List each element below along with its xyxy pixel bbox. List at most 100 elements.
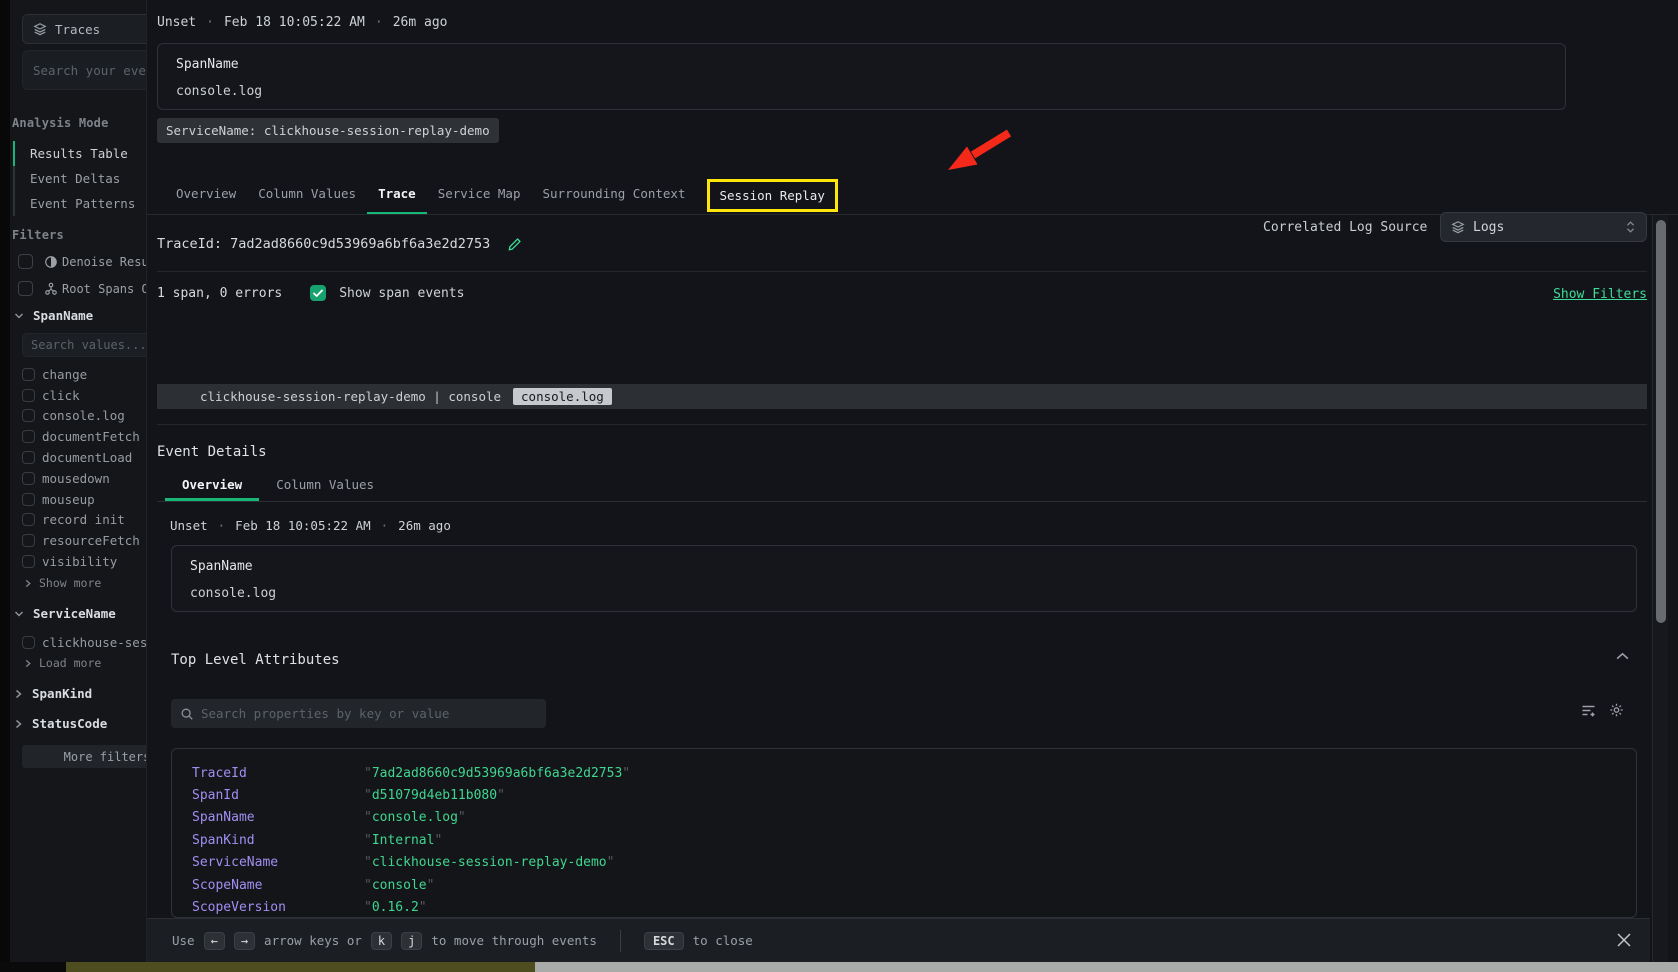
status-badge: Unset xyxy=(170,518,208,533)
filter-value-label: record init xyxy=(42,512,125,527)
mode-event-patterns[interactable]: Event Patterns xyxy=(13,191,147,216)
divider xyxy=(157,271,1647,272)
collapse-chevron-up-icon[interactable] xyxy=(1615,650,1630,663)
filter-value-label: mouseup xyxy=(42,492,95,507)
property-search-input[interactable] xyxy=(201,706,537,721)
bottom-window-strip xyxy=(0,962,1678,972)
attribute-key[interactable]: ServiceName xyxy=(192,855,364,870)
root-spans-label: Root Spans Only xyxy=(62,282,147,296)
spanname-value-search-input[interactable] xyxy=(23,334,147,356)
arrow-left-key[interactable]: ← xyxy=(204,932,225,950)
denoise-checkbox[interactable] xyxy=(18,254,33,269)
filter-value-checkbox[interactable] xyxy=(22,534,35,547)
filter-value-item: documentFetch xyxy=(22,426,147,447)
spanname-value-search[interactable] xyxy=(22,333,147,357)
trace-waterfall-bar[interactable]: clickhouse-session-replay-demo | console… xyxy=(157,384,1647,409)
show-span-events-checkbox[interactable] xyxy=(310,285,326,301)
esc-key[interactable]: ESC xyxy=(644,932,684,950)
root-spans-checkbox[interactable] xyxy=(18,281,33,296)
check-icon xyxy=(313,289,323,298)
filter-value-checkbox[interactable] xyxy=(22,368,35,381)
filter-value-checkbox[interactable] xyxy=(22,430,35,443)
attribute-key[interactable]: ScopeName xyxy=(192,878,364,893)
attribute-key[interactable]: SpanName xyxy=(192,810,364,825)
attribute-value[interactable]: "Internal" xyxy=(364,833,442,848)
analysis-mode-list: Results Table Event Deltas Event Pattern… xyxy=(13,141,147,216)
event-details-tab-overview[interactable]: Overview xyxy=(165,470,259,501)
filter-value-checkbox[interactable] xyxy=(22,636,35,649)
filter-value-label: console.log xyxy=(42,408,125,423)
chevron-right-icon xyxy=(24,579,32,588)
show-filters-link[interactable]: Show Filters xyxy=(1553,287,1647,302)
event-details-tab-column-values[interactable]: Column Values xyxy=(259,470,391,501)
gear-icon[interactable] xyxy=(1608,702,1625,718)
drawer-tabbar: Overview Column Values Trace Service Map… xyxy=(147,170,1678,215)
servicename-section-header[interactable]: ServiceName xyxy=(14,606,116,621)
scrollbar-thumb[interactable] xyxy=(1656,220,1666,623)
scrollbar-track[interactable] xyxy=(1652,215,1668,962)
tab-column-values[interactable]: Column Values xyxy=(247,186,367,214)
attribute-value[interactable]: "console" xyxy=(364,878,434,893)
sidebar-search[interactable] xyxy=(22,50,147,90)
mode-results-table[interactable]: Results Table xyxy=(13,141,147,166)
chevron-right-icon xyxy=(14,689,23,699)
filter-value-checkbox[interactable] xyxy=(22,389,35,402)
edit-pencil-icon[interactable] xyxy=(507,237,522,252)
filter-value-checkbox[interactable] xyxy=(22,409,35,422)
layers-icon xyxy=(33,22,47,36)
event-details-tabbar: Overview Column Values xyxy=(157,470,1647,502)
drawer-footer: Use ← → arrow keys or k j to move throug… xyxy=(147,918,1650,962)
top-level-attributes-title: Top Level Attributes xyxy=(171,652,340,668)
span-card-label: SpanName xyxy=(190,559,253,574)
service-name-badge[interactable]: ServiceName: clickhouse-session-replay-d… xyxy=(157,118,499,143)
bottom-strip-segment xyxy=(66,962,535,972)
spankind-section-header[interactable]: SpanKind xyxy=(14,686,92,701)
tab-service-map[interactable]: Service Map xyxy=(427,186,532,214)
filter-value-checkbox[interactable] xyxy=(22,493,35,506)
servicename-load-more[interactable]: Load more xyxy=(24,656,101,670)
spanname-value-list: changeclickconsole.logdocumentFetchdocum… xyxy=(22,364,147,572)
analysis-mode-label: Analysis Mode xyxy=(12,116,109,130)
filter-value-checkbox[interactable] xyxy=(22,555,35,568)
spanname-section-header[interactable]: SpanName xyxy=(14,308,93,323)
close-icon[interactable] xyxy=(1614,930,1634,950)
divider xyxy=(157,424,1647,425)
attribute-row: TraceId"7ad2ad8660c9d53969a6bf6a3e2d2753… xyxy=(172,762,1636,784)
waterfall-span-badge: console.log xyxy=(513,388,612,405)
trace-detail-drawer: Unset · Feb 18 10:05:22 AM · 26m ago Spa… xyxy=(147,0,1678,962)
arrow-right-key[interactable]: → xyxy=(234,932,255,950)
tab-session-replay[interactable]: Session Replay xyxy=(707,179,838,212)
wrap-lines-icon[interactable] xyxy=(1580,702,1597,718)
filter-value-checkbox[interactable] xyxy=(22,451,35,464)
attribute-key[interactable]: TraceId xyxy=(192,766,364,781)
attribute-value[interactable]: "d51079d4eb11b080" xyxy=(364,788,505,803)
filter-value-label: resourceFetch xyxy=(42,533,140,548)
attribute-value[interactable]: "0.16.2" xyxy=(364,900,427,915)
attribute-value[interactable]: "7ad2ad8660c9d53969a6bf6a3e2d2753" xyxy=(364,766,630,781)
more-filters-button[interactable]: More filters xyxy=(22,745,147,768)
show-span-events-label: Show span events xyxy=(339,286,464,301)
filter-value-checkbox[interactable] xyxy=(22,513,35,526)
source-selector-button[interactable]: Traces xyxy=(22,14,147,44)
attribute-value[interactable]: "console.log" xyxy=(364,810,466,825)
attribute-value[interactable]: "clickhouse-session-replay-demo" xyxy=(364,855,614,870)
event-relative-time: 26m ago xyxy=(393,15,448,30)
spanname-show-more[interactable]: Show more xyxy=(24,576,101,590)
attribute-key[interactable]: ScopeVersion xyxy=(192,900,364,915)
tab-overview[interactable]: Overview xyxy=(165,186,247,214)
filter-value-checkbox[interactable] xyxy=(22,472,35,485)
log-source-select[interactable]: Logs xyxy=(1440,212,1647,242)
k-key[interactable]: k xyxy=(371,932,392,950)
j-key[interactable]: j xyxy=(401,932,422,950)
sidebar-search-input[interactable] xyxy=(23,51,147,89)
tab-surrounding-context[interactable]: Surrounding Context xyxy=(532,186,697,214)
property-search[interactable] xyxy=(171,699,546,728)
tab-trace[interactable]: Trace xyxy=(367,186,427,214)
event-header: Unset · Feb 18 10:05:22 AM · 26m ago xyxy=(170,518,451,533)
mode-event-deltas[interactable]: Event Deltas xyxy=(13,166,147,191)
attribute-key[interactable]: SpanKind xyxy=(192,833,364,848)
chevron-down-icon xyxy=(14,609,24,619)
attribute-key[interactable]: SpanId xyxy=(192,788,364,803)
statuscode-section-header[interactable]: StatusCode xyxy=(14,716,107,731)
span-name-card: SpanName console.log xyxy=(157,43,1566,110)
